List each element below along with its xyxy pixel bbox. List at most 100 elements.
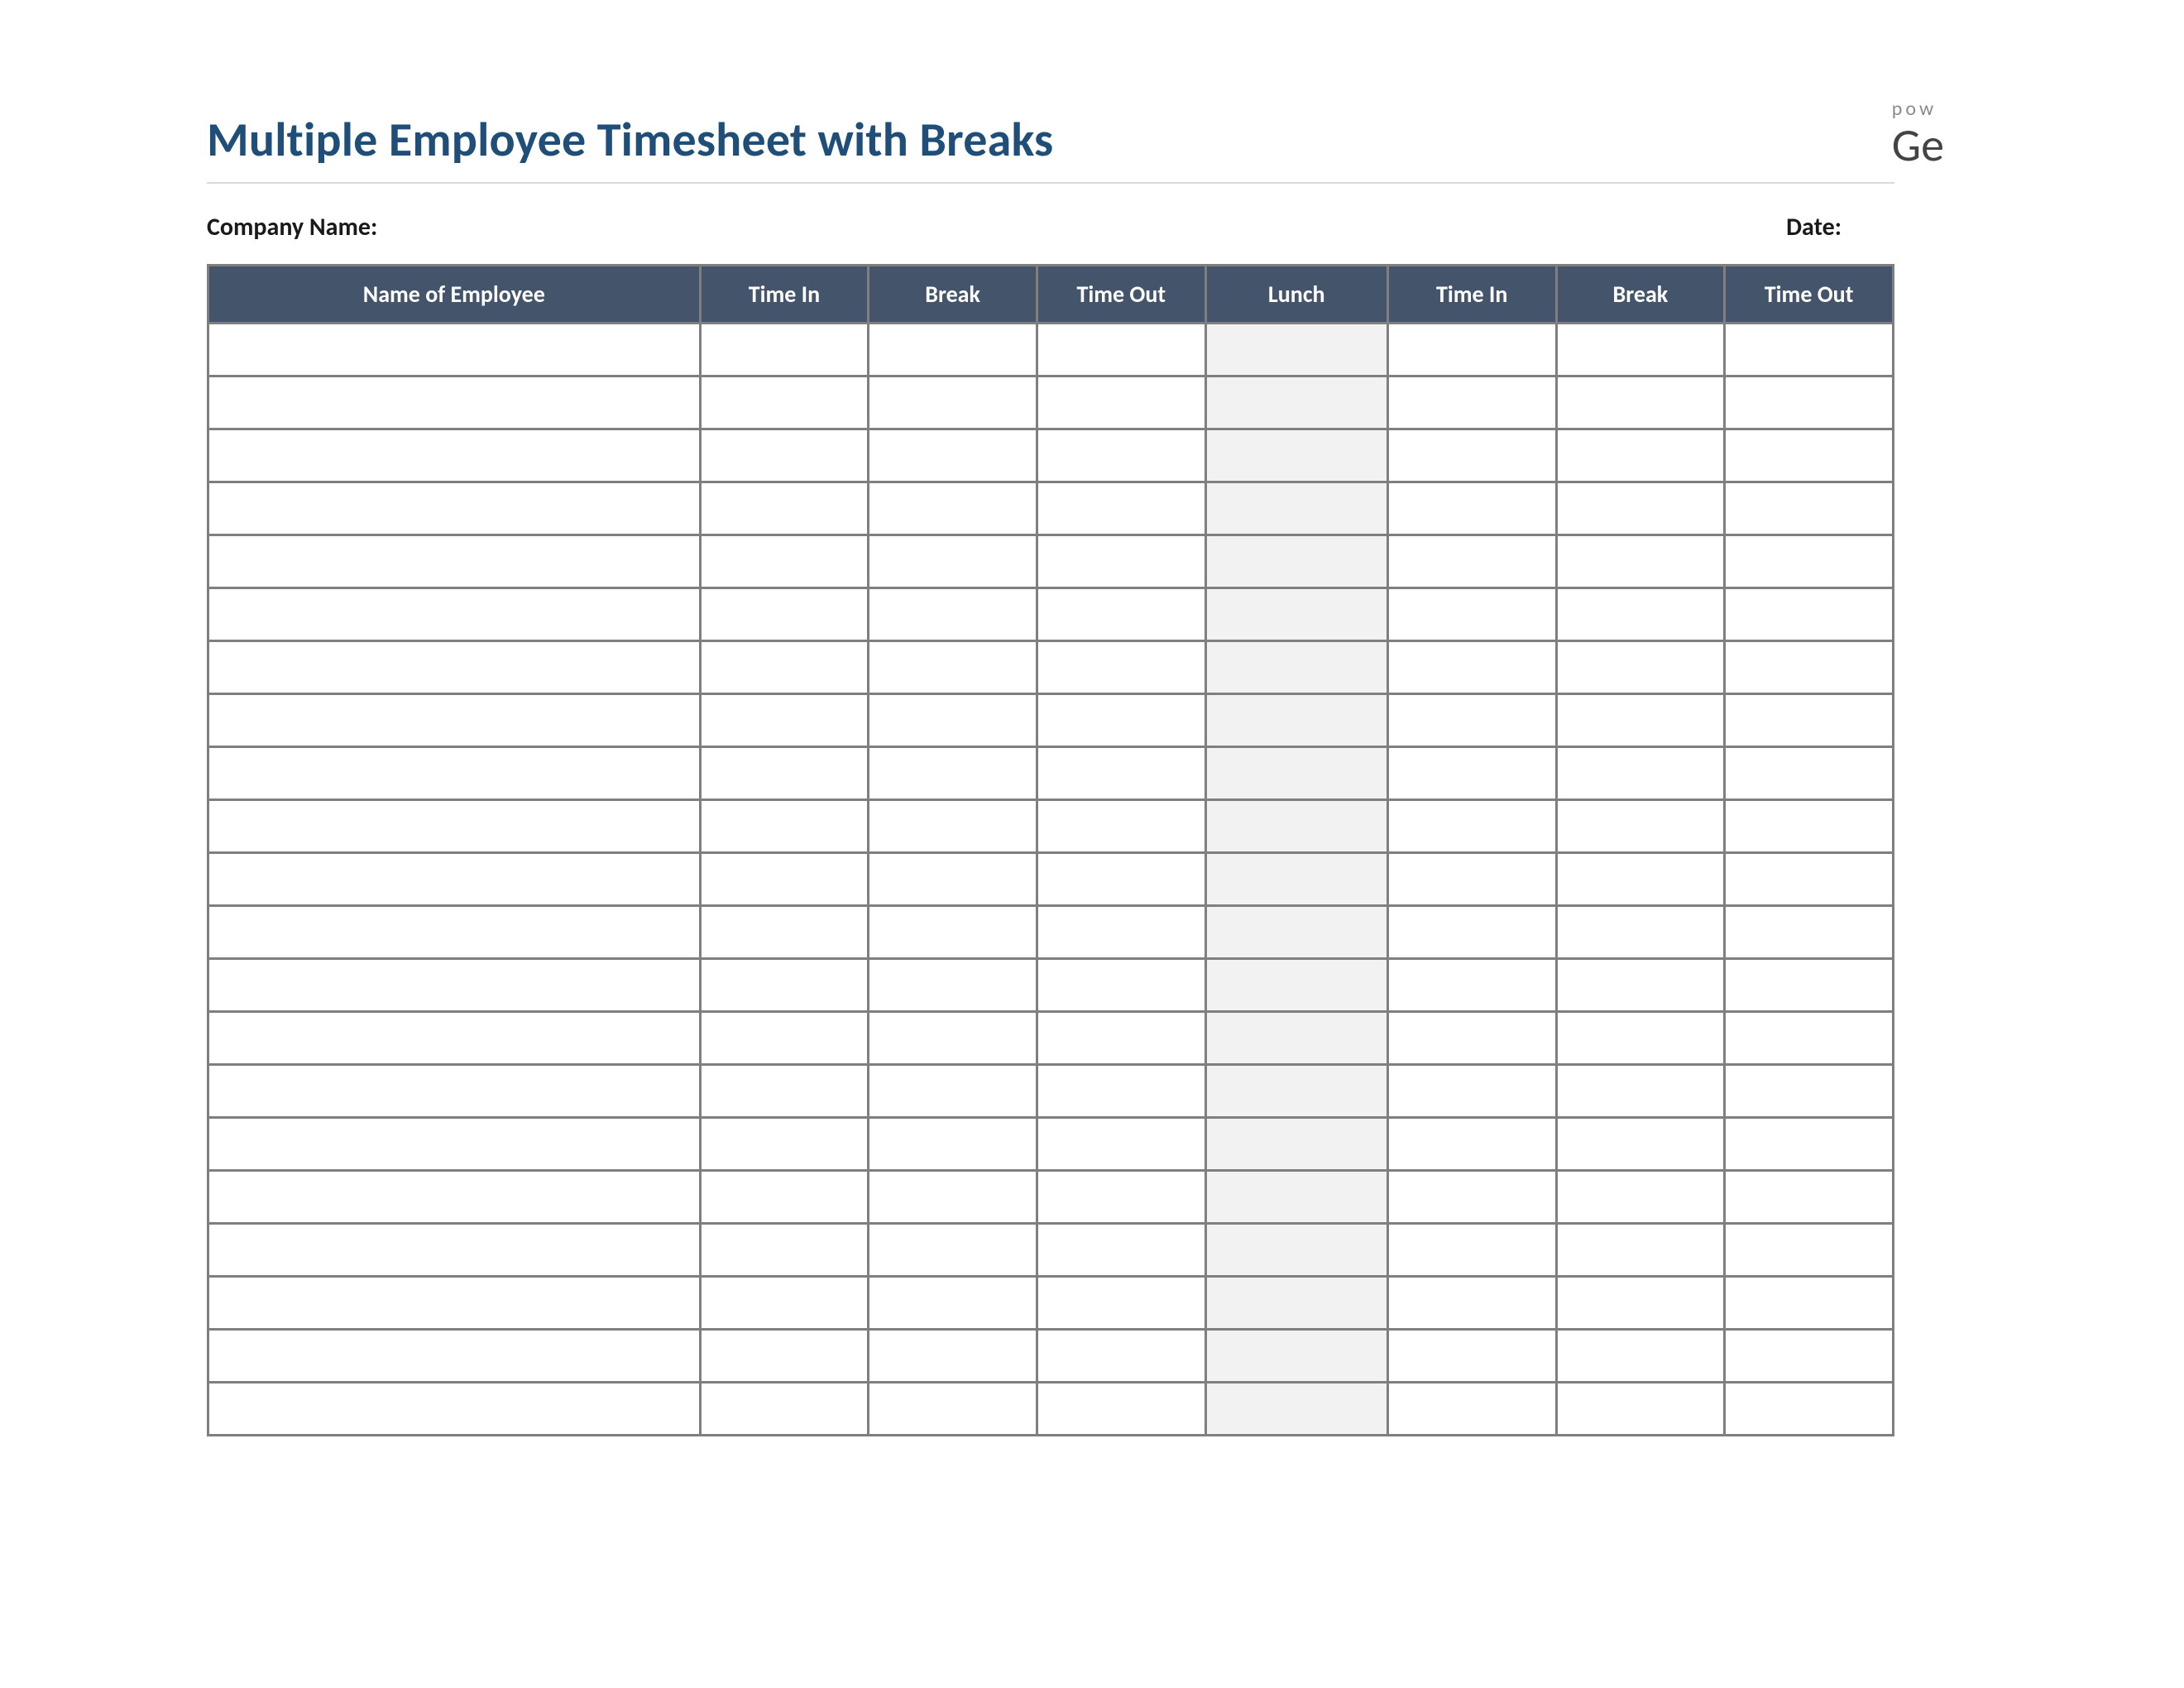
table-cell[interactable] xyxy=(1556,959,1725,1012)
table-cell[interactable] xyxy=(869,1224,1037,1277)
table-cell[interactable] xyxy=(1205,1065,1387,1118)
table-cell[interactable] xyxy=(1205,694,1387,747)
table-cell[interactable] xyxy=(700,324,869,376)
table-cell[interactable] xyxy=(1387,1277,1556,1330)
table-cell[interactable] xyxy=(1205,800,1387,853)
table-cell[interactable] xyxy=(1725,588,1894,641)
table-cell[interactable] xyxy=(1205,853,1387,906)
table-cell[interactable] xyxy=(700,641,869,694)
table-cell[interactable] xyxy=(700,1383,869,1436)
table-cell[interactable] xyxy=(869,906,1037,959)
table-cell[interactable] xyxy=(869,482,1037,535)
table-cell[interactable] xyxy=(1556,1118,1725,1171)
table-cell[interactable] xyxy=(1205,641,1387,694)
table-cell[interactable] xyxy=(1037,1171,1205,1224)
table-cell[interactable] xyxy=(1037,376,1205,429)
table-cell[interactable] xyxy=(700,747,869,800)
table-cell[interactable] xyxy=(1556,1012,1725,1065)
table-cell[interactable] xyxy=(1387,853,1556,906)
table-cell[interactable] xyxy=(1205,1118,1387,1171)
table-cell[interactable] xyxy=(700,482,869,535)
table-cell[interactable] xyxy=(700,1277,869,1330)
table-cell[interactable] xyxy=(208,747,701,800)
table-cell[interactable] xyxy=(208,324,701,376)
table-cell[interactable] xyxy=(869,535,1037,588)
table-cell[interactable] xyxy=(700,1065,869,1118)
table-cell[interactable] xyxy=(1556,1330,1725,1383)
table-cell[interactable] xyxy=(700,906,869,959)
table-cell[interactable] xyxy=(1205,1383,1387,1436)
table-cell[interactable] xyxy=(208,1012,701,1065)
table-cell[interactable] xyxy=(1387,482,1556,535)
table-cell[interactable] xyxy=(1725,376,1894,429)
table-cell[interactable] xyxy=(869,800,1037,853)
table-cell[interactable] xyxy=(1556,747,1725,800)
table-cell[interactable] xyxy=(1205,1012,1387,1065)
table-cell[interactable] xyxy=(1037,959,1205,1012)
table-cell[interactable] xyxy=(1387,376,1556,429)
table-cell[interactable] xyxy=(1725,535,1894,588)
table-cell[interactable] xyxy=(1725,694,1894,747)
table-cell[interactable] xyxy=(1205,324,1387,376)
table-cell[interactable] xyxy=(1556,429,1725,482)
table-cell[interactable] xyxy=(1556,1171,1725,1224)
table-cell[interactable] xyxy=(1556,853,1725,906)
table-cell[interactable] xyxy=(1556,906,1725,959)
table-cell[interactable] xyxy=(208,429,701,482)
table-cell[interactable] xyxy=(700,376,869,429)
table-cell[interactable] xyxy=(1387,1118,1556,1171)
table-cell[interactable] xyxy=(1205,1277,1387,1330)
table-cell[interactable] xyxy=(208,535,701,588)
table-cell[interactable] xyxy=(1037,1065,1205,1118)
table-cell[interactable] xyxy=(1037,429,1205,482)
table-cell[interactable] xyxy=(1037,1224,1205,1277)
table-cell[interactable] xyxy=(208,853,701,906)
table-cell[interactable] xyxy=(1205,482,1387,535)
table-cell[interactable] xyxy=(1387,324,1556,376)
table-cell[interactable] xyxy=(1725,1065,1894,1118)
table-cell[interactable] xyxy=(1037,800,1205,853)
table-cell[interactable] xyxy=(1725,429,1894,482)
table-cell[interactable] xyxy=(869,1118,1037,1171)
table-cell[interactable] xyxy=(869,853,1037,906)
table-cell[interactable] xyxy=(1556,482,1725,535)
table-cell[interactable] xyxy=(1556,641,1725,694)
table-cell[interactable] xyxy=(700,429,869,482)
table-cell[interactable] xyxy=(869,694,1037,747)
table-cell[interactable] xyxy=(208,1065,701,1118)
table-cell[interactable] xyxy=(1387,1171,1556,1224)
table-cell[interactable] xyxy=(1387,1330,1556,1383)
table-cell[interactable] xyxy=(700,1330,869,1383)
table-cell[interactable] xyxy=(208,1171,701,1224)
table-cell[interactable] xyxy=(1387,588,1556,641)
table-cell[interactable] xyxy=(1725,906,1894,959)
table-cell[interactable] xyxy=(208,482,701,535)
table-cell[interactable] xyxy=(1556,1065,1725,1118)
table-cell[interactable] xyxy=(1556,800,1725,853)
table-cell[interactable] xyxy=(1205,535,1387,588)
table-cell[interactable] xyxy=(208,959,701,1012)
table-cell[interactable] xyxy=(1387,694,1556,747)
table-cell[interactable] xyxy=(1037,588,1205,641)
table-cell[interactable] xyxy=(869,1012,1037,1065)
table-cell[interactable] xyxy=(1037,482,1205,535)
table-cell[interactable] xyxy=(1556,324,1725,376)
table-cell[interactable] xyxy=(1387,1224,1556,1277)
table-cell[interactable] xyxy=(869,1383,1037,1436)
table-cell[interactable] xyxy=(1556,588,1725,641)
table-cell[interactable] xyxy=(1725,959,1894,1012)
table-cell[interactable] xyxy=(1725,324,1894,376)
table-cell[interactable] xyxy=(1387,1383,1556,1436)
table-cell[interactable] xyxy=(1387,1012,1556,1065)
table-cell[interactable] xyxy=(1387,800,1556,853)
table-cell[interactable] xyxy=(208,588,701,641)
table-cell[interactable] xyxy=(1725,1383,1894,1436)
table-cell[interactable] xyxy=(1387,959,1556,1012)
table-cell[interactable] xyxy=(1725,1118,1894,1171)
table-cell[interactable] xyxy=(1387,1065,1556,1118)
table-cell[interactable] xyxy=(1037,324,1205,376)
table-cell[interactable] xyxy=(869,747,1037,800)
table-cell[interactable] xyxy=(700,1012,869,1065)
table-cell[interactable] xyxy=(1725,1224,1894,1277)
table-cell[interactable] xyxy=(1205,906,1387,959)
